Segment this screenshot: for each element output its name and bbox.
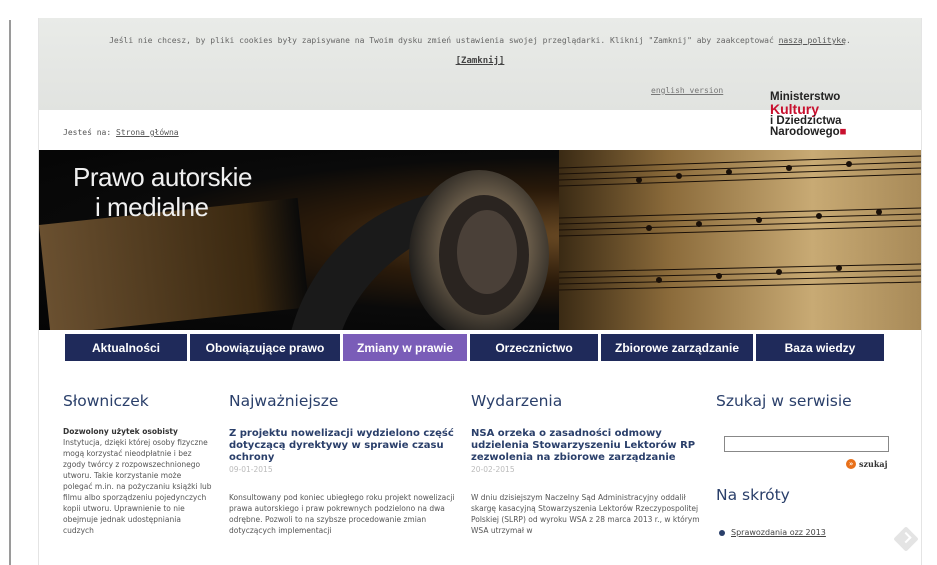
browser-frame: Jeśli nie chcesz, by pliki cookies były … [0,0,937,565]
cookie-policy-link[interactable]: naszą politykę [779,36,846,45]
logo-line-4: Narodowego [770,126,840,138]
important-article: Z projektu nowelizacji wydzielono część … [229,428,459,536]
nav-orzecznictwo[interactable]: Orzecznictwo [470,334,598,361]
breadcrumb-home-link[interactable]: Strona główna [116,128,179,137]
breadcrumb: Jesteś na: Strona główna [63,128,179,137]
nav-zmiany-w-prawie[interactable]: Zmiany w prawie [343,334,467,361]
sheet-music-image [558,150,921,330]
nav-baza-wiedzy[interactable]: Baza wiedzy [756,334,884,361]
important-article-title[interactable]: Z projektu nowelizacji wydzielono część … [229,428,459,464]
banner-title-line-1: Prawo autorskie [73,162,252,192]
events-article-title[interactable]: NSA orzeka o zasadności odmowy udzieleni… [471,428,701,464]
glossary-entry: Dozwolony użytek osobisty Instytucja, dz… [63,426,213,536]
nav-zbiorowe-zarzadzanie[interactable]: Zbiorowe zarządzanie [601,334,753,361]
logo-dot-icon: ■ [839,126,847,138]
site-header: english version Jesteś na: Strona główna… [39,86,921,152]
double-chevron-icon: » [846,459,856,469]
events-heading: Wydarzenia [471,392,563,410]
nav-aktualnosci[interactable]: Aktualności [65,334,187,361]
banner-title-line-2: i medialne [95,192,209,222]
shortcuts-heading: Na skróty [716,486,790,504]
events-article: NSA orzeka o zasadności odmowy udzieleni… [471,428,701,536]
important-heading: Najważniejsze [229,392,339,410]
cookie-message: Jeśli nie chcesz, by pliki cookies były … [109,36,851,45]
shortcut-item[interactable]: Sprawozdania ozz 2013 [719,528,826,537]
main-nav: Aktualności Obowiązujące prawo Zmiany w … [65,334,887,361]
nav-obowiazujace-prawo[interactable]: Obowiązujące prawo [190,334,340,361]
cookie-message-text: Jeśli nie chcesz, by pliki cookies były … [109,36,774,45]
cookie-close-link[interactable]: [Zamknij] [39,56,921,66]
bullet-icon [719,529,725,536]
ministry-logo[interactable]: Ministerstwo Kultury i Dziedzictwa Narod… [770,91,880,138]
search-input[interactable] [724,436,889,452]
breadcrumb-prefix: Jesteś na: [63,128,112,137]
search-heading: Szukaj w serwisie [716,392,852,410]
important-article-body: Konsultowany pod koniec ubiegłego roku p… [229,493,455,535]
search-button[interactable]: » szukaj [846,459,887,469]
sheet-music-lines [558,155,921,291]
english-version-link[interactable]: english version [651,86,723,95]
hero-banner: Prawo autorskie i medialne [39,150,921,330]
shortcut-link[interactable]: Sprawozdania ozz 2013 [731,528,826,537]
banner-title: Prawo autorskie i medialne [73,162,252,222]
search-button-label: szukaj [859,459,888,469]
glossary-term[interactable]: Dozwolony użytek osobisty [63,426,213,437]
important-article-date: 09-01-2015 [229,465,273,474]
events-article-date: 20-02-2015 [471,465,515,474]
window-edge [9,20,11,565]
headphones-image [291,170,549,330]
web-page: Jeśli nie chcesz, by pliki cookies były … [38,18,922,565]
glossary-definition: Instytucja, dzięki której osoby fizyczne… [63,438,212,535]
glossary-heading: Słowniczek [63,392,149,410]
events-article-body: W dniu dzisiejszym Naczelny Sąd Administ… [471,493,700,535]
